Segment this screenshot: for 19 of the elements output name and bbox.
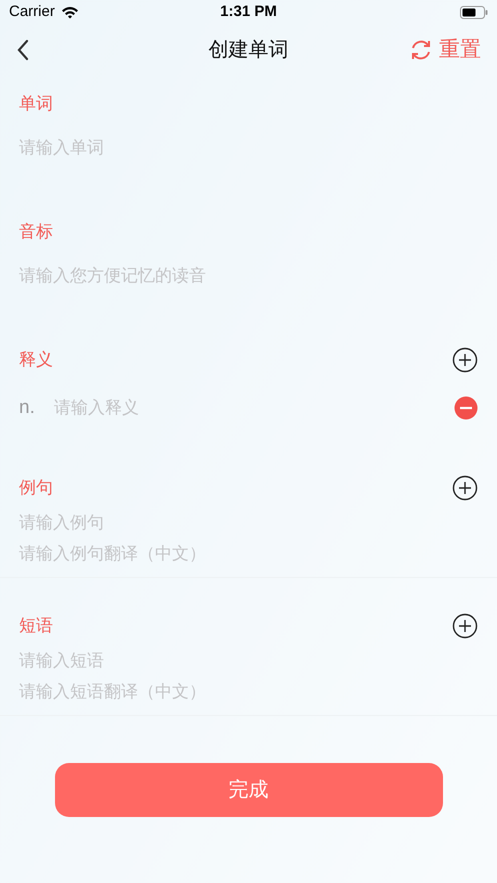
wifi-icon (60, 6, 79, 19)
section-label: 单词 (19, 93, 53, 116)
page-title: 创建单词 (208, 38, 288, 63)
refresh-icon (409, 38, 433, 62)
add-icon[interactable] (452, 347, 478, 373)
back-icon[interactable] (16, 39, 30, 61)
reset-button[interactable]: 重置 (409, 34, 481, 66)
part-of-speech: n. (19, 396, 36, 420)
section-label: 短语 (19, 615, 53, 638)
done-button[interactable]: 完成 (54, 763, 442, 817)
add-icon[interactable] (452, 613, 478, 639)
add-icon[interactable] (452, 475, 478, 501)
clock: 1:31 PM (220, 2, 277, 22)
battery-icon (460, 6, 488, 19)
section-label: 音标 (19, 221, 53, 244)
section-label: 例句 (19, 477, 53, 500)
section-label: 释义 (19, 349, 53, 372)
carrier-label: Carrier (9, 2, 55, 22)
remove-icon[interactable] (454, 396, 478, 420)
